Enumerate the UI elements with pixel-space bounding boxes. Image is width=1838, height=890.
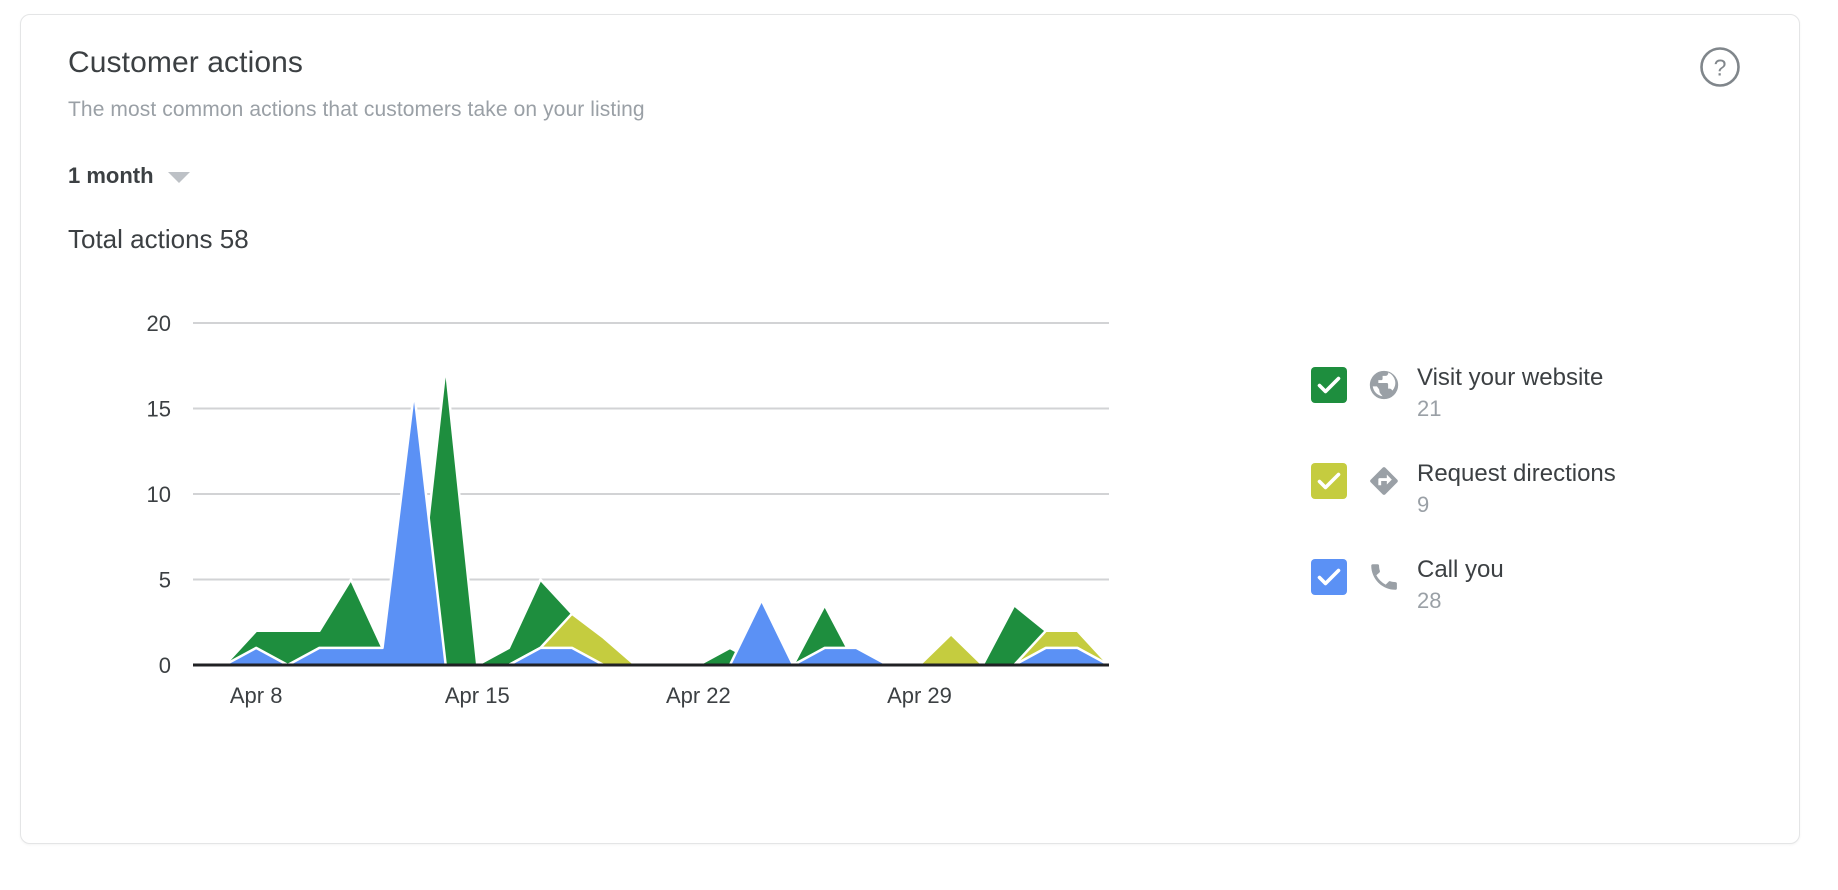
page-title: Customer actions — [68, 46, 304, 79]
legend-item-label: Visit your website — [1417, 364, 1604, 391]
customer-actions-chart: 0 5 10 15 20 Apr 8 Apr 15 Apr 22 Apr 29 — [61, 295, 1121, 735]
x-axis-tick-label: Apr 29 — [887, 683, 952, 708]
y-axis-tick-label: 0 — [159, 653, 171, 678]
y-axis-tick-label: 5 — [159, 568, 171, 593]
x-axis-tick-label: Apr 8 — [230, 683, 283, 708]
directions-icon — [1365, 462, 1403, 500]
chart-legend: Visit your website 21 Request directions 9 C… — [1311, 363, 1731, 651]
area-series-visit-your-website — [193, 365, 1109, 665]
card-subtitle: The most common actions that customers t… — [68, 98, 645, 121]
legend-text-block: Request directions 9 — [1417, 459, 1616, 521]
legend-item-call-you[interactable]: Call you 28 — [1311, 555, 1731, 617]
page-root: Customer actions The most common actions… — [0, 0, 1838, 890]
time-range-label: 1 month — [68, 163, 154, 188]
legend-checkbox-call-you[interactable] — [1311, 559, 1347, 595]
legend-item-value: 9 — [1417, 492, 1430, 517]
y-axis-tick-label: 20 — [147, 311, 171, 336]
time-range-dropdown[interactable]: 1 month — [68, 163, 190, 189]
x-axis-tick-label: Apr 15 — [445, 683, 510, 708]
chevron-down-icon — [167, 172, 190, 183]
customer-actions-card: Customer actions The most common actions… — [20, 14, 1800, 844]
x-axis-tick-label: Apr 22 — [666, 683, 731, 708]
legend-item-value: 28 — [1417, 588, 1442, 613]
legend-item-label: Request directions — [1417, 460, 1616, 487]
legend-item-label: Call you — [1417, 556, 1504, 583]
y-axis-tick-label: 10 — [147, 482, 171, 507]
help-circle-icon[interactable]: ? — [1699, 46, 1741, 88]
globe-icon — [1365, 366, 1403, 404]
legend-item-value: 21 — [1417, 396, 1442, 421]
phone-icon — [1365, 558, 1403, 596]
legend-item-request-directions[interactable]: Request directions 9 — [1311, 459, 1731, 521]
legend-item-visit-your-website[interactable]: Visit your website 21 — [1311, 363, 1731, 425]
area-chart-svg: 0 5 10 15 20 Apr 8 Apr 15 Apr 22 Apr 29 — [147, 311, 1110, 708]
total-actions-label: Total actions 58 — [68, 224, 249, 254]
legend-checkbox-visit-your-website[interactable] — [1311, 367, 1347, 403]
legend-checkbox-request-directions[interactable] — [1311, 463, 1347, 499]
legend-text-block: Visit your website 21 — [1417, 363, 1603, 425]
y-axis-tick-label: 15 — [147, 397, 171, 422]
svg-text:?: ? — [1714, 55, 1727, 81]
legend-text-block: Call you 28 — [1417, 555, 1504, 617]
